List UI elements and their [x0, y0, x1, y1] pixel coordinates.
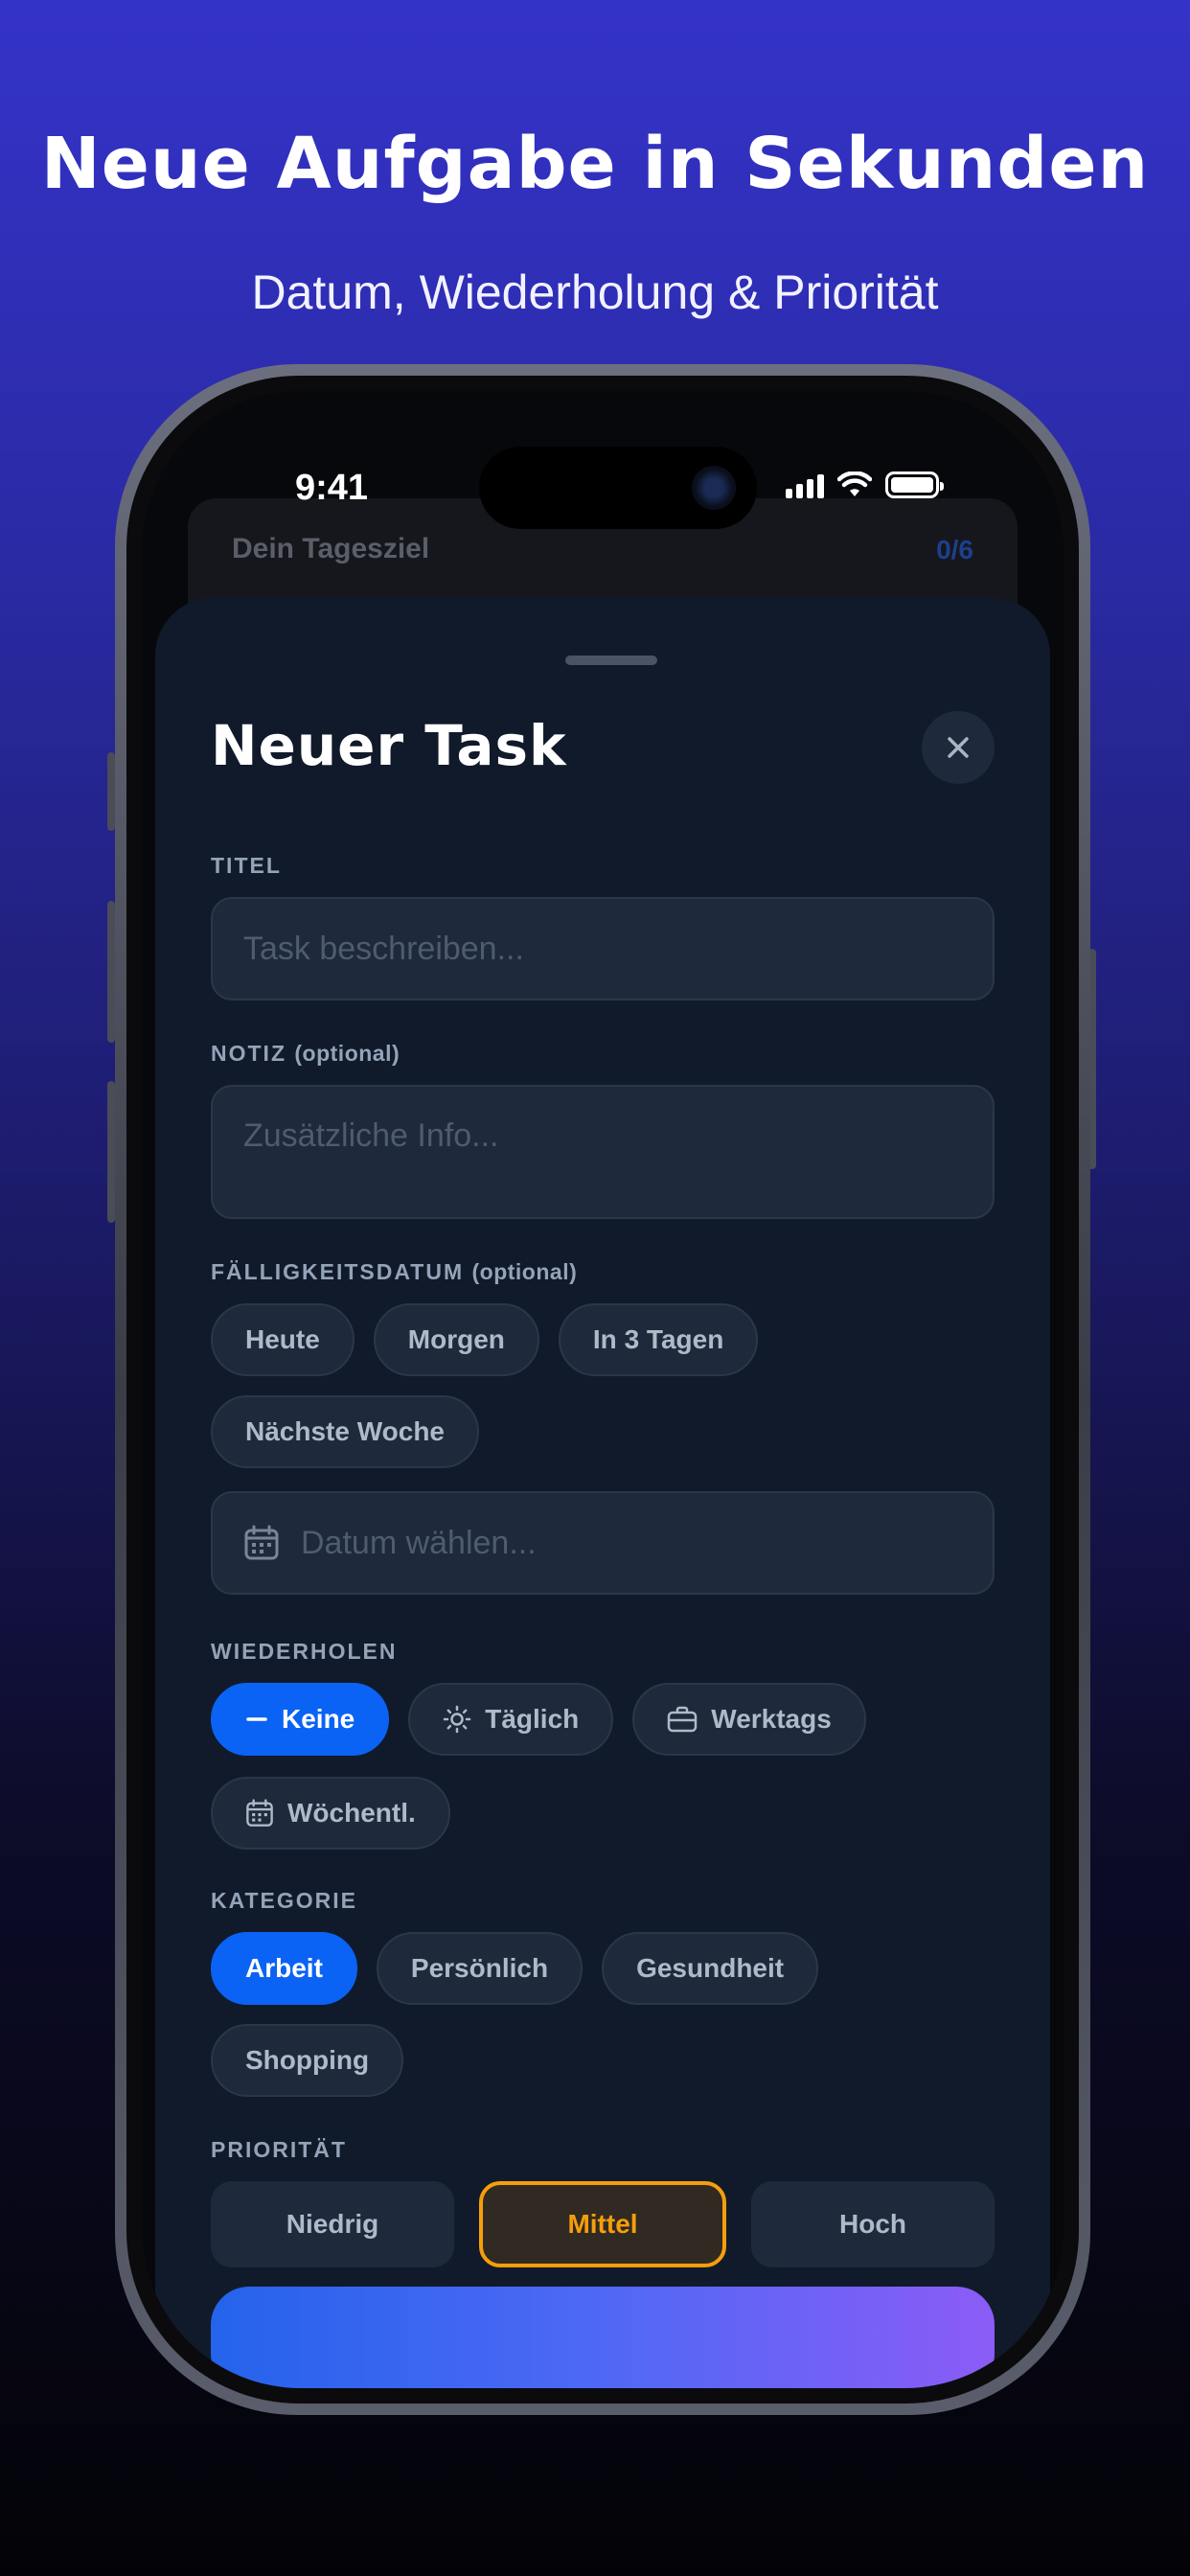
calendar-icon — [246, 1799, 273, 1827]
battery-icon — [885, 472, 944, 498]
close-icon — [948, 737, 969, 758]
repeat-option-weekly[interactable]: Wöchentl. — [211, 1777, 450, 1850]
due-date-label: FÄLLIGKEITSDATUM (optional) — [211, 1259, 577, 1285]
repeat-option-weekly-label: Wöchentl. — [287, 1798, 416, 1828]
daily-goal-count: 0/6 — [936, 535, 973, 564]
priority-label: PRIORITÄT — [211, 2137, 347, 2162]
note-input[interactable]: Zusätzliche Info... — [211, 1085, 995, 1219]
repeat-option-none[interactable]: Keine — [211, 1683, 390, 1756]
create-task-button[interactable] — [211, 2287, 995, 2388]
wifi-icon — [837, 472, 872, 496]
phone-bezel: Dein Tagesziel 0/6 9:41 Neuer Task TITEL… — [126, 376, 1079, 2404]
category-options: Arbeit Persönlich Gesundheit Shopping — [211, 1932, 995, 2097]
note-input-placeholder: Zusätzliche Info... — [243, 1117, 499, 1154]
title-input[interactable]: Task beschreiben... — [211, 897, 995, 1000]
promo-headline: Neue Aufgabe in Sekunden — [40, 123, 1150, 205]
date-picker-placeholder: Datum wählen... — [301, 1524, 537, 1561]
status-icons — [786, 472, 944, 498]
calendar-icon — [244, 1525, 279, 1560]
due-date-label-optional: (optional) — [471, 1259, 578, 1284]
daily-goal-title: Dein Tagesziel — [232, 533, 430, 564]
note-label: NOTIZ (optional) — [211, 1041, 400, 1067]
note-label-optional: (optional) — [294, 1041, 400, 1066]
repeat-option-daily[interactable]: Täglich — [408, 1683, 614, 1756]
due-date-label-text: FÄLLIGKEITSDATUM — [211, 1259, 465, 1284]
phone-volume-down-button — [107, 1081, 115, 1223]
repeat-label: WIEDERHOLEN — [211, 1639, 398, 1664]
repeat-option-weekdays[interactable]: Werktags — [632, 1683, 866, 1756]
repeat-option-daily-label: Täglich — [485, 1704, 580, 1734]
priority-option-high[interactable]: Hoch — [751, 2181, 995, 2267]
minus-icon — [246, 1717, 267, 1721]
title-input-placeholder: Task beschreiben... — [243, 931, 524, 967]
priority-option-medium[interactable]: Mittel — [479, 2181, 726, 2267]
phone-frame: Dein Tagesziel 0/6 9:41 Neuer Task TITEL… — [115, 364, 1090, 2415]
phone-volume-up-button — [107, 901, 115, 1043]
category-option-personal[interactable]: Persönlich — [376, 1932, 584, 2005]
category-option-work[interactable]: Arbeit — [211, 1932, 357, 2005]
promo-subline: Datum, Wiederholung & Priorität — [251, 265, 939, 319]
category-label: KATEGORIE — [211, 1888, 358, 1913]
camera-icon — [692, 466, 736, 510]
note-label-text: NOTIZ — [211, 1041, 286, 1066]
repeat-option-none-label: Keine — [282, 1704, 355, 1734]
due-date-chip-tomorrow[interactable]: Morgen — [373, 1303, 539, 1376]
repeat-option-weekdays-label: Werktags — [711, 1704, 832, 1734]
due-date-chips: Heute Morgen In 3 Tagen Nächste Woche — [211, 1303, 995, 1468]
phone-action-button — [107, 752, 115, 831]
title-label: TITEL — [211, 853, 282, 878]
priority-option-low[interactable]: Niedrig — [211, 2181, 454, 2267]
due-date-chip-today[interactable]: Heute — [211, 1303, 355, 1376]
sheet-title: Neuer Task — [211, 713, 567, 778]
category-option-shopping[interactable]: Shopping — [211, 2024, 404, 2097]
status-time: 9:41 — [295, 468, 369, 508]
close-button[interactable] — [922, 711, 995, 784]
dynamic-island — [479, 447, 757, 529]
briefcase-icon — [668, 1706, 698, 1733]
new-task-sheet: Neuer Task TITEL Task beschreiben... NOT… — [155, 598, 1050, 2388]
priority-options: Niedrig Mittel Hoch — [211, 2181, 995, 2267]
repeat-options: Keine Täglich Werktags Wöchentl. — [211, 1683, 995, 1850]
cellular-signal-icon — [786, 474, 824, 498]
due-date-chip-next-week[interactable]: Nächste Woche — [211, 1395, 479, 1468]
due-date-chip-in-3-days[interactable]: In 3 Tagen — [558, 1303, 759, 1376]
date-picker-field[interactable]: Datum wählen... — [211, 1491, 995, 1595]
category-option-health[interactable]: Gesundheit — [602, 1932, 819, 2005]
sheet-grabber[interactable] — [565, 656, 657, 665]
sun-icon — [444, 1705, 471, 1734]
phone-screen: Dein Tagesziel 0/6 9:41 Neuer Task TITEL… — [142, 391, 1064, 2388]
